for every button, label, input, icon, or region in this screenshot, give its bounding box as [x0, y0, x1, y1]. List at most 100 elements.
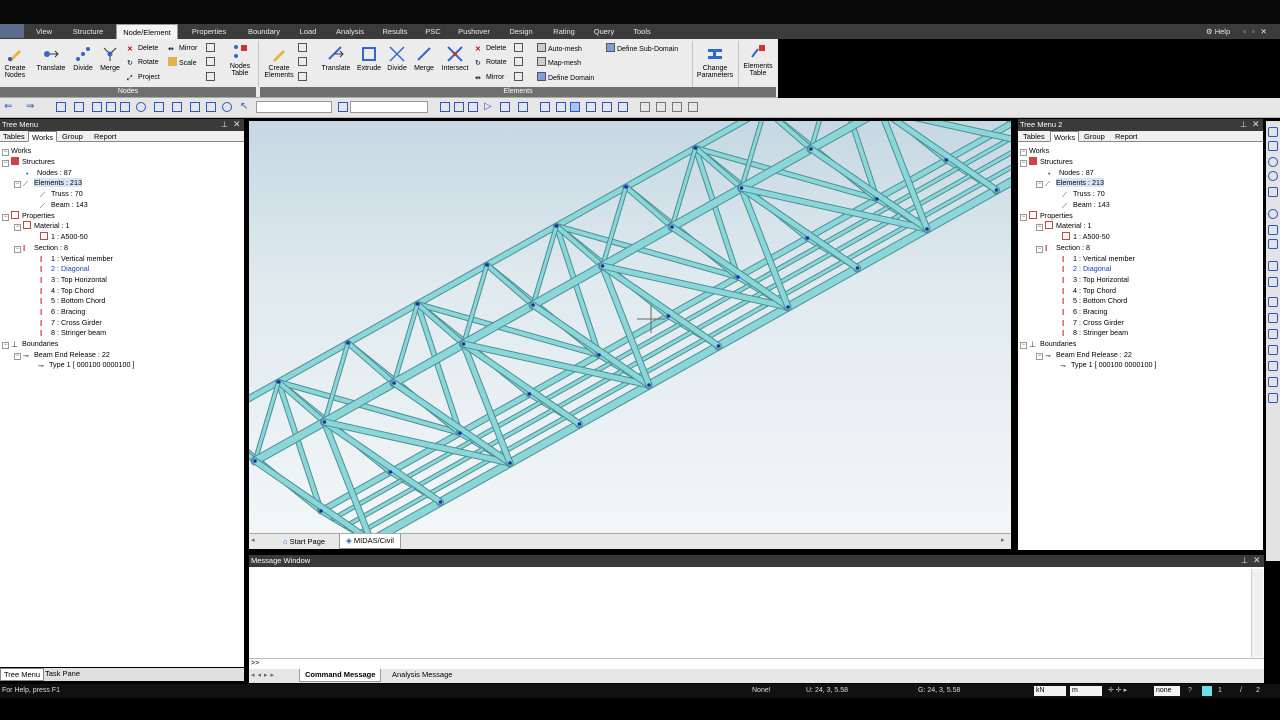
tree-item-section[interactable]: − I Section : 8 [1036, 243, 1090, 253]
magnify-icon[interactable] [1268, 157, 1278, 167]
truss-node[interactable] [600, 264, 605, 268]
intersect-elements-button[interactable]: Intersect [438, 45, 472, 72]
length-unit-select[interactable]: m [1070, 686, 1102, 696]
scroll-left-icon[interactable]: ◂ [251, 536, 255, 544]
scale-nodes-button[interactable]: Scale [168, 57, 197, 69]
truss-node[interactable] [531, 303, 535, 307]
hidden-icon[interactable] [640, 102, 650, 112]
select-all-icon[interactable] [154, 102, 164, 112]
selection-dropdown[interactable] [256, 101, 332, 113]
element-tool-5[interactable] [514, 57, 525, 69]
truss-node[interactable] [322, 420, 327, 424]
select-icon[interactable] [56, 102, 66, 112]
rotate-view-icon[interactable] [518, 102, 528, 112]
zoom-fit-icon[interactable] [540, 102, 550, 112]
tree-item-section-1[interactable]: I1 : Vertical member [1062, 254, 1135, 264]
truss-node[interactable] [855, 266, 860, 270]
select-window-icon[interactable] [74, 102, 84, 112]
select-plane-icon[interactable] [120, 102, 130, 112]
tree-item-section[interactable]: − I Section : 8 [14, 243, 68, 253]
tree-item-release[interactable]: − ⊸ Beam End Release : 22 [14, 350, 110, 360]
app-logo[interactable] [0, 24, 24, 38]
create-nodes-button[interactable]: Create Nodes [2, 45, 28, 79]
view-icon[interactable] [1268, 239, 1278, 249]
element-tool-3[interactable] [298, 72, 309, 84]
merge-elements-button[interactable]: Merge [410, 45, 438, 72]
elements-table-button[interactable]: Elements Table [740, 43, 776, 77]
create-elements-button[interactable]: Create Elements [262, 45, 296, 79]
truss-node[interactable] [276, 380, 281, 384]
scroll-right-icon[interactable]: ▸ [1001, 536, 1005, 544]
display-icon[interactable] [602, 102, 612, 112]
truss-node[interactable] [485, 263, 489, 267]
element-tool-1[interactable] [298, 43, 309, 55]
menu-analysis[interactable]: Analysis [330, 24, 370, 39]
tab-analysis-message[interactable]: Analysis Message [387, 669, 457, 682]
tree-item-truss[interactable]: ⟋ Truss : 70 [1062, 189, 1105, 199]
zoom-window-icon[interactable] [556, 102, 566, 112]
auto-mesh-button[interactable]: Auto-mesh [537, 43, 582, 55]
tab-command-message[interactable]: Command Message [299, 669, 382, 682]
zoom-active-icon[interactable] [570, 102, 580, 112]
truss-node[interactable] [994, 188, 999, 192]
zoom-out-icon[interactable] [1268, 141, 1278, 151]
active-all-icon[interactable] [222, 102, 232, 112]
tab-report[interactable]: Report [91, 131, 120, 142]
display-icon[interactable] [1268, 345, 1278, 355]
menu-help[interactable]: ⚙ Help [1200, 24, 1236, 39]
menu-pushover[interactable]: Pushover [454, 24, 494, 39]
zoom-in-icon[interactable] [1268, 127, 1278, 137]
tree-item-section-5[interactable]: I5 : Bottom Chord [40, 296, 105, 306]
tab-works[interactable]: Works [1050, 131, 1080, 142]
truss-node[interactable] [624, 185, 628, 189]
display-icon[interactable] [1268, 313, 1278, 323]
tree-item-truss[interactable]: ⟋ Truss : 70 [40, 189, 83, 199]
element-tool-4[interactable] [514, 43, 525, 55]
tree-item-material[interactable]: − Material : 1 [14, 221, 70, 231]
menu-tools[interactable]: Tools [628, 24, 656, 39]
select-polygon-icon[interactable] [92, 102, 102, 112]
tab-group[interactable]: Group [1081, 131, 1108, 142]
display-icon[interactable] [1268, 377, 1278, 387]
tree-item-beam[interactable]: ⟋ Beam : 143 [1062, 200, 1110, 210]
activate-icon[interactable] [190, 102, 200, 112]
force-unit-select[interactable]: kN [1034, 686, 1066, 696]
truss-node[interactable] [944, 158, 949, 162]
search-icon[interactable] [1268, 209, 1278, 219]
menu-properties[interactable]: Properties [186, 24, 232, 39]
tab-start-page[interactable]: ⌂ Start Page [279, 535, 329, 549]
truss-node[interactable] [508, 461, 512, 465]
pan-icon[interactable] [586, 102, 596, 112]
magnify-icon[interactable] [1268, 171, 1278, 181]
tree-item-type1[interactable]: ⊸ Type 1 [ 000100 0000100 ] [38, 360, 135, 370]
select-intersect-icon[interactable] [106, 102, 116, 112]
extrude-elements-button[interactable]: Extrude [354, 45, 384, 72]
truss-bridge-model[interactable] [249, 121, 1011, 533]
tree-item-properties[interactable]: − Properties [2, 211, 55, 221]
fit-icon[interactable] [1268, 187, 1278, 197]
delete-elements-button[interactable]: ✕ Delete [475, 43, 506, 55]
truss-node[interactable] [346, 341, 350, 345]
layer-icon[interactable] [1268, 277, 1278, 287]
tree-item-boundaries[interactable]: − ⊥ Boundaries [1020, 339, 1076, 349]
undo-icon[interactable]: ⇐ [4, 102, 14, 112]
play-icon[interactable]: ▷ [484, 102, 494, 112]
view-side-icon[interactable] [468, 102, 478, 112]
tree-item-section-2[interactable]: I2 : Diagonal [1062, 264, 1111, 274]
menu-psc[interactable]: PSC [420, 24, 446, 39]
delete-nodes-button[interactable]: ✕ Delete [127, 43, 158, 55]
truss-member[interactable] [624, 185, 674, 229]
merge-nodes-button[interactable]: Merge [97, 45, 123, 72]
truss-node[interactable] [786, 305, 790, 309]
tree-item-section-8[interactable]: I8 : Stringer beam [40, 328, 106, 338]
rotate-nodes-button[interactable]: ↻ Rotate [127, 57, 159, 69]
tree-item-section-6[interactable]: I6 : Bracing [40, 307, 85, 317]
tree-item-structures[interactable]: − Structures [2, 157, 55, 167]
tab-tables[interactable]: Tables [0, 131, 28, 142]
truss-node[interactable] [527, 392, 532, 396]
model-viewport[interactable] [249, 121, 1011, 533]
tree-item-nodes[interactable]: • Nodes : 87 [26, 168, 72, 178]
render-icon[interactable] [672, 102, 682, 112]
select-volume-icon[interactable] [136, 102, 146, 112]
tree-item-section-4[interactable]: I4 : Top Chord [1062, 286, 1116, 296]
